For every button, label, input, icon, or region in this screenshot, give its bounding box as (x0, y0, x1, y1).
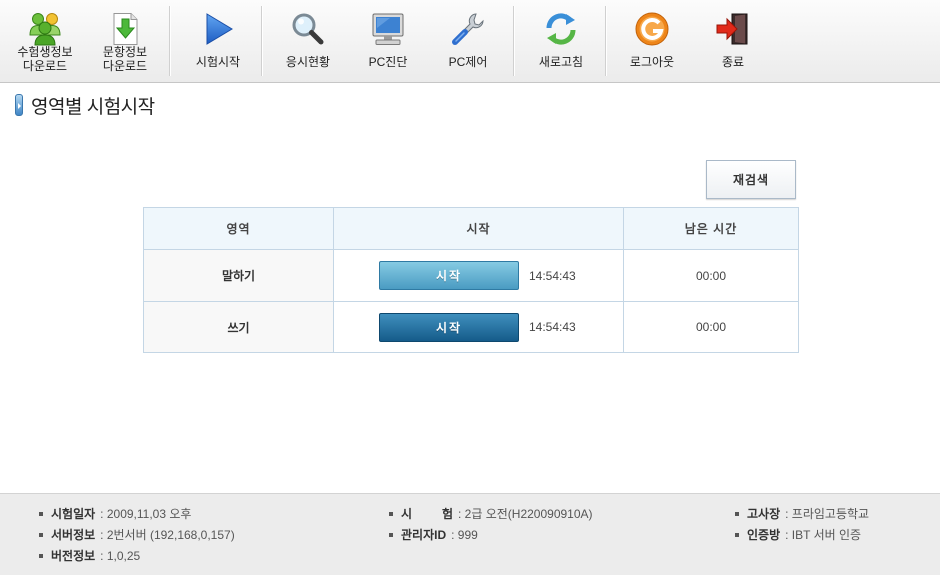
bullet-icon (735, 511, 739, 516)
footer-info-row: 시험일자 : 2009,11,03 오후 (39, 503, 235, 524)
toolbar-status-button[interactable]: 응시현황 (268, 0, 348, 82)
users-icon (27, 11, 63, 47)
footer-info-row: 인증방 : IBT 서버 인증 (735, 524, 869, 545)
table-header-area: 영역 (143, 207, 334, 250)
toolbar-refresh-button[interactable]: 새로고침 (521, 0, 601, 82)
footer-label: 버전정보 (51, 549, 96, 563)
table-header-row: 영역 시작 남은 시간 (143, 207, 799, 250)
toolbar-pc-control-button[interactable]: PC제어 (428, 0, 508, 82)
toolbar-logout-button[interactable]: 로그아웃 (612, 0, 692, 82)
bullet-icon (39, 532, 43, 537)
toolbar-label-line: 다운로드 (102, 59, 148, 73)
start-button-speaking[interactable]: 시작 (379, 261, 519, 290)
footer-label: 인증방 (747, 528, 781, 542)
start-button-writing[interactable]: 시작 (379, 312, 519, 342)
research-button[interactable]: 재검색 (706, 160, 796, 199)
toolbar-label-line: 시험시작 (195, 55, 241, 69)
footer-info-row: 관리자ID : 999 (389, 524, 593, 545)
start-cell: 시작 14:54:43 (333, 249, 624, 302)
table-header-start: 시작 (333, 207, 624, 250)
start-time: 14:54:43 (529, 268, 576, 283)
bullet-icon (39, 553, 43, 558)
footer-label: 관리자ID (401, 528, 447, 542)
footer-value: : 999 (451, 527, 478, 542)
footer-value: : IBT 서버 인증 (785, 528, 862, 542)
table-header-remaining: 남은 시간 (623, 207, 799, 250)
footer-value: : 2급 오전(H220090910A) (458, 507, 593, 521)
toolbar-label-line: 다운로드 (22, 59, 68, 73)
footer-label: 고사장 (747, 507, 781, 521)
bullet-icon (389, 532, 393, 537)
toolbar-separator (513, 6, 515, 76)
toolbar-label-line: 종료 (721, 55, 745, 69)
footer-column-left: 시험일자 : 2009,11,03 오후 서버정보 : 2번서버 (192,16… (39, 503, 235, 566)
toolbar-separator (261, 6, 263, 76)
bullet-icon (735, 532, 739, 537)
footer-value: : 2009,11,03 오후 (100, 507, 192, 521)
start-cell: 시작 14:54:43 (333, 301, 624, 353)
toolbar-separator (169, 6, 171, 76)
footer-info-row: 시 험 : 2급 오전(H220090910A) (389, 503, 593, 524)
toolbar-label-line: PC진단 (368, 55, 408, 69)
toolbar-label-line: 문항정보 (102, 45, 148, 59)
search-icon (290, 11, 326, 47)
bullet-icon (39, 511, 43, 516)
page-title-text: 영역별 시험시작 (31, 96, 155, 118)
wrench-icon (450, 11, 486, 47)
footer-info-row: 버전정보 : 1,0,25 (39, 545, 235, 566)
footer-label: 시 험 (401, 507, 453, 521)
toolbar-label-line: 로그아웃 (629, 55, 675, 69)
footer-label: 서버정보 (51, 528, 96, 542)
area-cell: 쓰기 (143, 301, 334, 353)
area-cell: 말하기 (143, 249, 334, 302)
exam-section-table: 영역 시작 남은 시간 말하기 시작 14:54:43 00:00 쓰기 시작 … (143, 207, 799, 353)
footer-value: : 2번서버 (192,168,0,157) (100, 528, 235, 542)
footer-value: : 프라임고등학교 (785, 507, 870, 521)
footer-label: 시험일자 (51, 507, 96, 521)
start-time: 14:54:43 (529, 320, 576, 334)
bullet-icon (389, 511, 393, 516)
toolbar-label-line: 응시현황 (285, 55, 331, 69)
footer-column-right: 고사장 : 프라임고등학교 인증방 : IBT 서버 인증 (735, 503, 869, 545)
toolbar-label-line: PC제어 (448, 55, 488, 69)
exit-icon (715, 11, 751, 47)
toolbar-examinee-download-button[interactable]: 수험생정보 다운로드 (5, 0, 85, 82)
status-footer: 시험일자 : 2009,11,03 오후 서버정보 : 2번서버 (192,16… (0, 493, 940, 575)
footer-info-row: 서버정보 : 2번서버 (192,168,0,157) (39, 524, 235, 545)
footer-value: : 1,0,25 (100, 548, 141, 563)
toolbar-label-line: 새로고침 (538, 55, 584, 69)
footer-column-middle: 시 험 : 2급 오전(H220090910A) 관리자ID : 999 (389, 503, 593, 545)
toolbar-exit-button[interactable]: 종료 (693, 0, 773, 82)
footer-info-row: 고사장 : 프라임고등학교 (735, 503, 869, 524)
toolbar: 수험생정보 다운로드 문항정보 다운로드 시험시작 응시현황 PC진단 PC제어… (0, 0, 940, 83)
table-row: 쓰기 시작 14:54:43 00:00 (143, 301, 799, 353)
logout-icon (634, 11, 670, 47)
monitor-icon (370, 11, 406, 47)
download-icon (107, 11, 143, 47)
toolbar-question-download-button[interactable]: 문항정보 다운로드 (85, 0, 165, 82)
page-title: 영역별 시험시작 (15, 93, 155, 118)
toolbar-label-line: 수험생정보 (17, 45, 73, 59)
table-row: 말하기 시작 14:54:43 00:00 (143, 249, 799, 302)
remaining-time-cell: 00:00 (623, 301, 799, 353)
remaining-time-cell: 00:00 (623, 249, 799, 302)
title-marker-icon (15, 94, 23, 116)
toolbar-pc-diagnosis-button[interactable]: PC진단 (348, 0, 428, 82)
refresh-icon (543, 11, 579, 47)
toolbar-separator (605, 6, 607, 76)
play-icon (200, 11, 236, 47)
toolbar-start-exam-button[interactable]: 시험시작 (178, 0, 258, 82)
